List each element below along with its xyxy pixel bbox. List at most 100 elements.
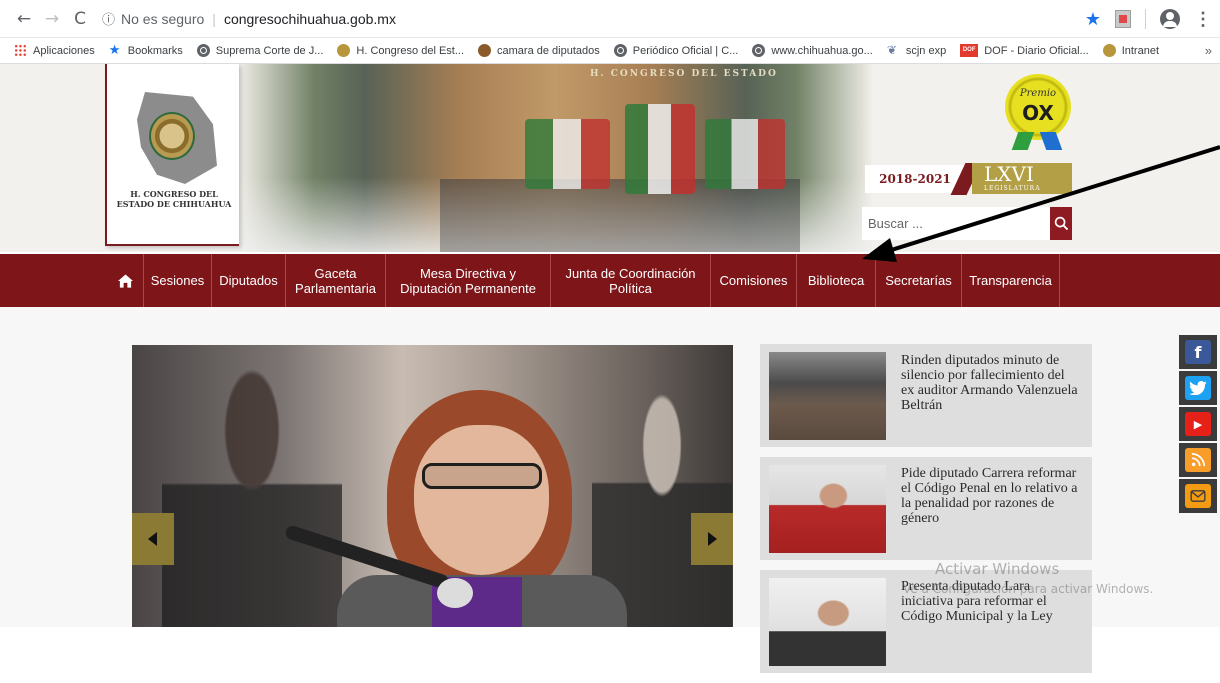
reload-icon[interactable]: C [66,9,94,29]
windows-activation-watermark: Activar Windows Ve a Configuración para … [903,560,1153,596]
premio-ox-label: OX [1022,101,1054,125]
bookmark-bookmarks[interactable]: ★ Bookmarks [109,44,183,57]
bookmark-label: www.chihuahua.go... [771,44,873,57]
globe-icon [752,44,766,57]
hero-caption: H. CONGRESO DEL ESTADO [590,69,778,79]
bookmark-label: Periódico Oficial | C... [632,44,739,57]
toolbar-divider [1145,9,1146,29]
bookmark-camara[interactable]: camara de diputados [478,44,600,57]
news-thumbnail[interactable] [769,465,886,553]
bookmark-label: DOF - Diario Oficial... [984,44,1089,57]
nav-item-biblioteca[interactable]: Biblioteca [797,254,876,307]
youtube-icon: ▶ [1185,412,1211,436]
site-header: H. CONGRESO DEL ESTADO H. CONGRESO DEL E… [0,64,1220,252]
nav-item-junta[interactable]: Junta de Coordinación Política [551,254,711,307]
bookmark-scjn[interactable]: ❦ scjn exp [887,44,946,57]
dof-icon: DOF [960,44,979,57]
premio-ribbon-icon [1011,132,1065,150]
nav-item-transparencia[interactable]: Transparencia [962,254,1060,307]
back-icon[interactable]: ← [10,9,38,29]
flag-left [525,119,610,189]
news-slider[interactable] [132,345,733,627]
nav-item-mesa-directiva[interactable]: Mesa Directiva y Diputación Permanente [386,254,551,307]
search-button[interactable] [1050,207,1072,240]
slider-prev-button[interactable] [132,513,174,565]
bookmark-label: camara de diputados [497,44,600,57]
bookmark-label: Bookmarks [127,44,183,57]
news-item[interactable]: Pide diputado Carrera reformar el Código… [760,457,1092,560]
twitter-button[interactable] [1179,371,1217,405]
bookmark-dof[interactable]: DOF DOF - Diario Oficial... [960,44,1089,57]
url-text[interactable]: congresochihuahua.gob.mx [224,11,396,27]
nav-item-diputados[interactable]: Diputados [212,254,286,307]
site-logo[interactable]: H. CONGRESO DEL ESTADO DE CHIHUAHUA [105,64,239,246]
search-input[interactable] [862,207,1050,240]
slide-photo-face [414,425,549,575]
address-bar[interactable]: ⓘ No es seguro | congresochihuahua.gob.m… [102,4,1172,33]
bookmark-star-icon[interactable]: ★ [1085,9,1101,30]
nav-item-sesiones[interactable]: Sesiones [144,254,212,307]
mail-icon [1185,484,1211,508]
pdf-extension-icon[interactable] [1115,10,1131,28]
bookmarks-bar: Aplicaciones ★ Bookmarks Suprema Corte de… [0,38,1220,64]
social-sidebar: f ▶ [1179,335,1217,515]
bookmark-intranet[interactable]: Intranet [1102,44,1160,57]
bookmark-label: Intranet [1121,44,1160,57]
bookmark-periodico[interactable]: Periódico Oficial | C... [613,44,739,57]
nav-item-secretarias[interactable]: Secretarías [876,254,962,307]
nav-home[interactable] [108,254,144,307]
search-icon [1054,216,1068,231]
legislature-sub: LEGISLATURA [984,185,1041,192]
news-thumbnail[interactable] [769,578,886,666]
browser-toolbar: ← → C ⓘ No es seguro | congresochihuahua… [0,0,1220,38]
flag-right [705,119,785,189]
legislature-badge: LXVI LEGISLATURA [972,163,1072,194]
logo-text: H. CONGRESO DEL ESTADO DE CHIHUAHUA [116,189,232,209]
legislature-years: 2018-2021 [865,165,965,193]
slider-next-button[interactable] [691,513,733,565]
facebook-button[interactable]: f [1179,335,1217,369]
bookmark-congreso[interactable]: H. Congreso del Est... [337,44,464,57]
facebook-icon: f [1185,340,1211,364]
star-icon: ★ [108,43,121,58]
hero-desk-shape [440,179,800,252]
main-nav: Sesiones Diputados Gaceta Parlamentaria … [0,254,1220,307]
rss-icon [1185,448,1211,472]
security-label: No es seguro [121,10,205,27]
slide-photo-glasses [422,463,542,489]
home-icon [118,273,133,288]
globe-icon [196,44,210,57]
news-title[interactable]: Pide diputado Carrera reformar el Código… [901,466,1081,526]
bookmark-apps[interactable]: Aplicaciones [14,44,95,57]
bookmark-chihuahua[interactable]: www.chihuahua.go... [752,44,873,57]
state-seal-icon [149,112,195,160]
youtube-button[interactable]: ▶ [1179,407,1217,441]
nav-item-gaceta[interactable]: Gaceta Parlamentaria [286,254,386,307]
info-icon[interactable]: ⓘ [102,9,115,28]
apps-icon [14,44,27,57]
watermark-title: Activar Windows [935,560,1060,578]
rss-button[interactable] [1179,443,1217,477]
bookmark-suprema-corte[interactable]: Suprema Corte de J... [196,44,323,57]
globe-icon [613,44,627,57]
premio-label: Premio [1019,88,1057,99]
url-separator: | [212,10,216,27]
bookmarks-more-icon[interactable]: » [1205,43,1212,58]
premio-ox-badge[interactable]: Premio OX [1005,74,1071,140]
menu-icon[interactable]: ⋮ [1194,9,1212,30]
forward-icon[interactable]: → [38,9,66,29]
microphone-head [437,578,473,608]
site-search [862,207,1072,240]
legislature-roman: LXVI [984,162,1034,186]
news-thumbnail[interactable] [769,352,886,440]
scjn-icon: ❦ [886,43,897,57]
news-title[interactable]: Rinden diputados minuto de silencio por … [901,353,1081,413]
news-item[interactable]: Rinden diputados minuto de silencio por … [760,344,1092,447]
seal-icon [337,44,351,57]
nav-item-comisiones[interactable]: Comisiones [711,254,797,307]
news-list: Rinden diputados minuto de silencio por … [760,344,1092,683]
watermark-subtitle: Ve a Configuración para activar Windows. [903,582,1154,596]
profile-icon[interactable] [1160,9,1180,29]
mail-button[interactable] [1179,479,1217,513]
camara-icon [478,44,492,57]
